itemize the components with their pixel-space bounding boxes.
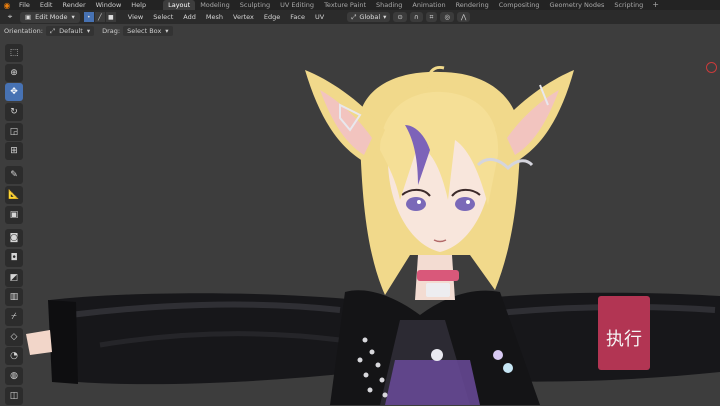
rotate-icon[interactable]: ↻ xyxy=(5,103,23,122)
inset-icon[interactable]: ◘ xyxy=(5,248,23,267)
chevron-down-icon: ▾ xyxy=(165,27,169,35)
chevron-down-icon: ▾ xyxy=(71,13,75,21)
snap-button[interactable]: ∩ xyxy=(409,12,423,22)
orientation-label: Global xyxy=(359,13,381,21)
tab-modeling[interactable]: Modeling xyxy=(195,0,235,10)
shrink-fatten-icon[interactable]: ◫ xyxy=(5,386,23,405)
menu-mesh[interactable]: Mesh xyxy=(201,13,228,21)
menu-help[interactable]: Help xyxy=(126,0,151,10)
menu-view[interactable]: View xyxy=(123,13,148,21)
bevel-icon[interactable]: ◩ xyxy=(5,268,23,287)
move-icon[interactable]: ✥ xyxy=(5,83,23,102)
proportional-edit-button[interactable]: ◎ xyxy=(440,12,454,22)
drag-value: Select Box xyxy=(127,27,162,35)
pivot-icon: ⊙ xyxy=(397,13,403,21)
tab-geometry-nodes[interactable]: Geometry Nodes xyxy=(545,0,610,10)
drag-field-label: Drag: xyxy=(102,27,121,35)
tab-layout[interactable]: Layout xyxy=(163,0,196,10)
menu-face[interactable]: Face xyxy=(285,13,310,21)
menu-file[interactable]: File xyxy=(14,0,35,10)
armband-text: 执行 xyxy=(606,329,642,350)
orientation-dropdown[interactable]: ⤢ Default ▾ xyxy=(45,26,95,36)
editor-type-icon[interactable]: ⌖ xyxy=(3,11,17,23)
menu-uv[interactable]: UV xyxy=(310,13,329,21)
magnet-icon: ∩ xyxy=(413,13,419,21)
choker-collar xyxy=(417,270,459,281)
tab-compositing[interactable]: Compositing xyxy=(494,0,545,10)
vertex-select-icon[interactable]: • xyxy=(83,12,94,22)
tab-rendering[interactable]: Rendering xyxy=(451,0,494,10)
chevron-down-icon: ▾ xyxy=(383,13,387,21)
snap-target-icon: ⌗ xyxy=(429,12,434,21)
loop-cut-icon[interactable]: ▥ xyxy=(5,288,23,307)
proportional-icon: ◎ xyxy=(444,13,450,21)
add-workspace-button[interactable]: + xyxy=(648,0,663,10)
left-hand xyxy=(26,330,52,355)
spin-icon[interactable]: ◔ xyxy=(5,347,23,366)
tab-scripting[interactable]: Scripting xyxy=(609,0,648,10)
orientation-axis-icon: ⤢ xyxy=(49,26,56,35)
mode-icon: ▣ xyxy=(25,13,32,21)
annotate-icon[interactable]: ✎ xyxy=(5,166,23,185)
falloff-icon: ⋀ xyxy=(460,13,467,21)
menu-vertex[interactable]: Vertex xyxy=(228,13,259,21)
chevron-down-icon: ▾ xyxy=(86,27,91,35)
tab-animation[interactable]: Animation xyxy=(407,0,450,10)
transform-icon[interactable]: ⊞ xyxy=(5,142,23,161)
scale-icon[interactable]: ◲ xyxy=(5,122,23,141)
blender-logo-icon[interactable]: ◉ xyxy=(0,0,14,10)
tab-sculpting[interactable]: Sculpting xyxy=(235,0,275,10)
menu-select[interactable]: Select xyxy=(148,13,178,21)
cursor-icon[interactable]: ⊕ xyxy=(5,63,23,82)
menu-edit[interactable]: Edit xyxy=(35,0,58,10)
menu-window[interactable]: Window xyxy=(91,0,127,10)
pivot-point-button[interactable]: ⊙ xyxy=(393,12,407,22)
extrude-icon[interactable]: ◙ xyxy=(5,229,23,248)
falloff-button[interactable]: ⋀ xyxy=(456,12,471,22)
left-toolbar: ⬚ ⊕ ✥ ↻ ◲ ⊞ ✎ 📐 ▣ ◙ ◘ ◩ ▥ ⌿ ◇ ◔ ◍ ◫ xyxy=(5,44,25,406)
tab-shading[interactable]: Shading xyxy=(371,0,407,10)
orientation-field-label: Orientation: xyxy=(4,27,43,35)
navigation-gizmo-icon[interactable] xyxy=(706,62,717,73)
top-bar: ◉ File Edit Render Window Help Layout Mo… xyxy=(0,0,720,10)
orientation-icon: ⤢ xyxy=(351,12,357,21)
edge-select-icon[interactable]: ╱ xyxy=(94,12,105,22)
poly-build-icon[interactable]: ◇ xyxy=(5,327,23,346)
tab-texture-paint[interactable]: Texture Paint xyxy=(319,0,371,10)
transform-orientation-dropdown[interactable]: ⤢ Global ▾ xyxy=(347,12,391,22)
menu-edge[interactable]: Edge xyxy=(259,13,285,21)
snap-target-button[interactable]: ⌗ xyxy=(425,12,438,22)
select-box-icon[interactable]: ⬚ xyxy=(5,44,23,62)
menu-render[interactable]: Render xyxy=(57,0,90,10)
mode-label: Edit Mode xyxy=(35,13,68,21)
select-mode-group: • ╱ ■ xyxy=(83,12,117,22)
viewport-character-render: 执行 xyxy=(26,65,720,405)
menu-add[interactable]: Add xyxy=(178,13,201,21)
smooth-icon[interactable]: ◍ xyxy=(5,367,23,385)
viewport-header: ⌖ ▣ Edit Mode ▾ • ╱ ■ View Select Add Me… xyxy=(0,10,720,24)
orientation-value: Default xyxy=(59,27,83,35)
face-select-icon[interactable]: ■ xyxy=(105,12,116,22)
tool-options-bar: Orientation: ⤢ Default ▾ Drag: Select Bo… xyxy=(0,24,720,38)
mode-dropdown[interactable]: ▣ Edit Mode ▾ xyxy=(20,11,80,23)
add-cube-icon[interactable]: ▣ xyxy=(5,205,23,224)
drag-dropdown[interactable]: Select Box ▾ xyxy=(123,26,173,36)
knife-icon[interactable]: ⌿ xyxy=(5,307,23,326)
measure-icon[interactable]: 📐 xyxy=(5,185,23,204)
tab-uv-editing[interactable]: UV Editing xyxy=(275,0,319,10)
